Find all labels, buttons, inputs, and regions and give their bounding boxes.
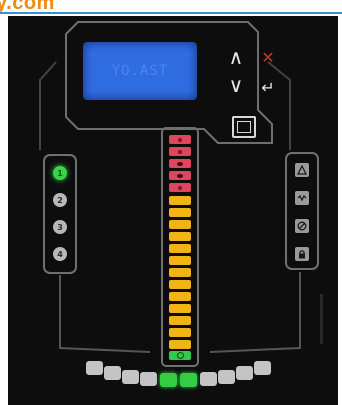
meter-segment-amber: [169, 196, 191, 205]
chevron-up-icon: ∧: [228, 45, 244, 69]
channel-2-label: 2: [57, 195, 63, 205]
close-icon: ✕: [261, 47, 275, 67]
meter-segment-amber: [169, 316, 191, 325]
left-upper-frame-line: [39, 61, 57, 150]
meter-segment-red: [169, 135, 191, 144]
bottom-indicator: [104, 366, 121, 380]
signal-wave-icon: [295, 191, 309, 205]
meter-segment-amber: [169, 328, 191, 337]
meter-segment-red: [169, 183, 191, 192]
meter-segment-amber: [169, 244, 191, 253]
bottom-indicator-on: [180, 373, 197, 387]
meter-segment-amber: [169, 208, 191, 217]
bottom-indicator: [236, 366, 253, 380]
meter-segment-amber: [169, 256, 191, 265]
meter-segment-red: [169, 147, 191, 156]
channel-1-led[interactable]: 1: [53, 166, 67, 180]
down-button[interactable]: ∨: [225, 73, 247, 97]
menu-icon: [237, 121, 251, 133]
meter-segment-amber: [169, 304, 191, 313]
meter-segment-red: [169, 159, 191, 168]
menu-button[interactable]: [232, 116, 256, 138]
enter-icon: ↵: [261, 77, 275, 97]
alarm-warning-icon: [295, 163, 309, 177]
left-frame-line: [59, 275, 151, 353]
lcd-display: YO.AST: [83, 42, 197, 100]
power-indicator-icon: [176, 352, 184, 359]
meter-segment-amber: [169, 340, 191, 349]
meter-dot-icon: [177, 161, 183, 166]
lcd-text: YO.AST: [111, 63, 169, 79]
bottom-indicator: [218, 370, 235, 384]
meter-segment-red: [169, 171, 191, 180]
meter-dot-icon: [178, 149, 182, 154]
lock-icon: [295, 247, 309, 261]
meter-segment-green: [169, 351, 191, 360]
meter-segment-amber: [169, 232, 191, 241]
meter-segment-amber: [169, 220, 191, 229]
bottom-indicator: [200, 372, 217, 386]
channel-3-label: 3: [57, 222, 63, 232]
channel-4-led[interactable]: 4: [53, 247, 67, 261]
chevron-down-icon: ∨: [228, 73, 244, 97]
bottom-indicator: [140, 372, 157, 386]
bottom-indicator: [122, 370, 139, 384]
channel-1-label: 1: [57, 168, 63, 178]
meter-dot-icon: [177, 173, 183, 178]
bottom-indicator: [254, 361, 271, 375]
up-button[interactable]: ∧: [225, 45, 247, 69]
meter-segment-amber: [169, 292, 191, 301]
channel-3-led[interactable]: 3: [53, 220, 67, 234]
meter-segment-amber: [169, 280, 191, 289]
cancel-button[interactable]: ✕: [257, 46, 279, 68]
bottom-indicator-on: [160, 373, 177, 387]
channel-2-led[interactable]: 2: [53, 193, 67, 207]
enter-button[interactable]: ↵: [257, 76, 279, 98]
side-vent-slot: [320, 294, 323, 344]
bottom-indicator: [86, 361, 103, 375]
right-frame-line: [209, 272, 301, 353]
prohibited-icon: [295, 219, 309, 233]
meter-dot-icon: [178, 185, 182, 190]
meter-segment-amber: [169, 268, 191, 277]
channel-4-label: 4: [57, 249, 63, 259]
meter-dot-icon: [178, 137, 182, 142]
